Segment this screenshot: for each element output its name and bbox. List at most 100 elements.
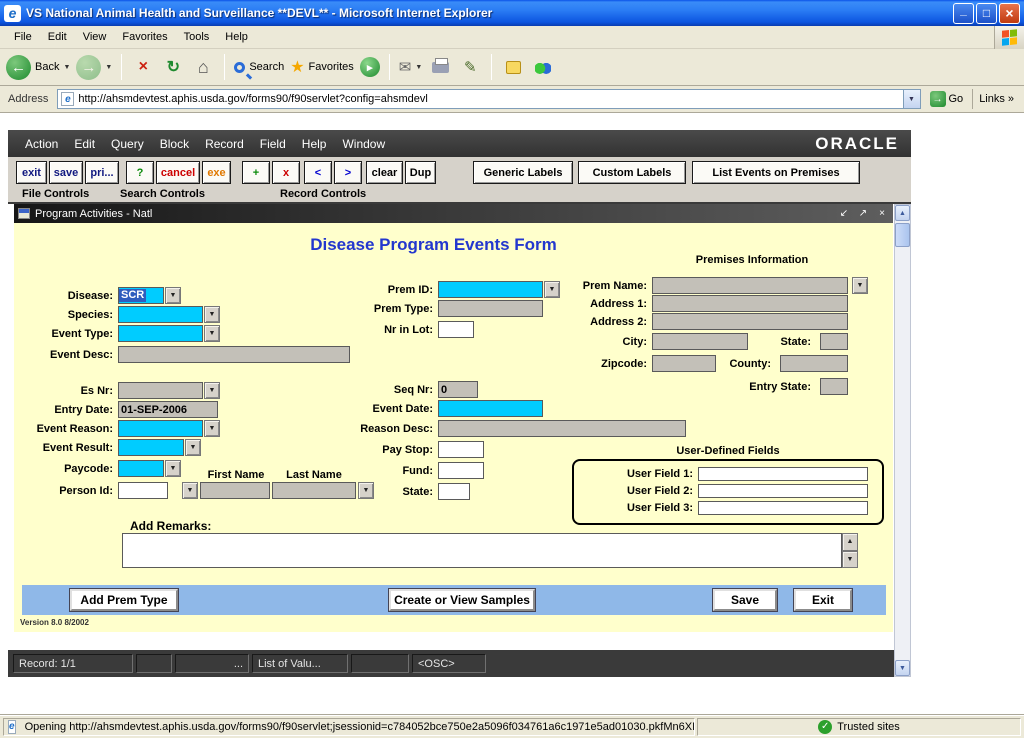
paycode-lov-button[interactable]: ▼ [165,460,181,477]
person-id-input[interactable] [118,482,168,499]
home-button[interactable]: ⌂ [191,54,215,80]
fund-input[interactable] [438,462,484,479]
pay-stop-input[interactable] [438,441,484,458]
search-button[interactable]: Search [234,61,284,73]
disease-lov-button[interactable]: ▼ [165,287,181,304]
exit-button[interactable]: Exit [794,589,852,611]
custom-labels-button[interactable]: Custom Labels [578,161,686,184]
scroll-down-button[interactable]: ▼ [895,660,910,676]
exit-toolbar-button[interactable]: exit [16,161,47,184]
mail-button[interactable]: ✉ ▼ [399,58,423,76]
event-reason-input[interactable] [118,420,203,437]
back-dropdown-icon[interactable]: ▼ [63,64,70,71]
event-reason-lov-button[interactable]: ▼ [204,420,220,437]
list-events-on-premises-button[interactable]: List Events on Premises [692,161,860,184]
user-field1-input[interactable] [698,467,868,481]
user-defined-fields-header: User-Defined Fields [572,445,884,457]
menu-view[interactable]: View [75,28,115,46]
forward-dropdown-icon[interactable]: ▼ [105,64,112,71]
person-id-lov-button[interactable]: ▼ [182,482,198,499]
event-result-input[interactable] [118,439,184,456]
print-button[interactable] [428,54,452,80]
event-type-input[interactable] [118,325,203,342]
address-input[interactable]: e http://ahsmdevtest.aphis.usda.gov/form… [57,89,920,109]
next-record-button[interactable]: > [334,161,362,184]
insert-record-button[interactable]: + [242,161,270,184]
event-result-lov-button[interactable]: ▼ [185,439,201,456]
previous-record-button[interactable]: < [304,161,332,184]
mdi-restore-up-button[interactable]: ↗ [856,207,870,220]
refresh-button[interactable]: ↻ [161,54,185,80]
create-or-view-samples-button[interactable]: Create or View Samples [389,589,535,611]
maximize-button[interactable]: □ [976,3,997,24]
edit-button[interactable]: ✎ [458,54,482,80]
menu-tools[interactable]: Tools [176,28,218,46]
prem-id-input[interactable] [438,281,543,298]
forward-button[interactable]: → ▼ [76,55,112,80]
menu-help[interactable]: Help [217,28,256,46]
mdi-restore-down-button[interactable]: ↙ [837,207,851,220]
discuss-button[interactable] [501,54,525,80]
paycode-input[interactable] [118,460,164,477]
oracle-menu-field[interactable]: Field [253,135,293,153]
oracle-menu-window[interactable]: Window [335,135,392,153]
user-field2-input[interactable] [698,484,868,498]
save-button[interactable]: Save [713,589,777,611]
fund-label: Fund: [314,465,438,477]
menu-file[interactable]: File [6,28,40,46]
first-name-field [200,482,270,499]
oracle-menu-edit[interactable]: Edit [67,135,102,153]
mdi-close-button[interactable]: × [875,207,889,220]
print-toolbar-button[interactable]: pri... [85,161,119,184]
mail-dropdown-icon[interactable]: ▼ [415,64,422,71]
minimize-button[interactable]: _ [953,3,974,24]
event-type-lov-button[interactable]: ▼ [204,325,220,342]
oracle-menu-action[interactable]: Action [18,135,65,153]
links-button[interactable]: Links » [972,89,1020,109]
remarks-scrollbar: ▲ ▼ [842,533,858,568]
nr-in-lot-input[interactable] [438,321,474,338]
address-dropdown-button[interactable]: ▼ [903,90,920,108]
oracle-menu-help[interactable]: Help [295,135,334,153]
prem-name-lov-button[interactable]: ▼ [852,277,868,294]
add-remarks-textarea[interactable] [122,533,842,568]
close-button[interactable]: × [999,3,1020,24]
remarks-scroll-up-button[interactable]: ▲ [842,533,858,551]
disease-input[interactable]: SCR [118,287,164,304]
back-button[interactable]: ← Back ▼ [6,55,70,80]
clear-record-button[interactable]: clear [366,161,403,184]
oracle-menu-record[interactable]: Record [198,135,251,153]
stop-button[interactable]: × [131,54,155,80]
cancel-toolbar-button[interactable]: cancel [156,161,200,184]
file-controls-label: File Controls [22,188,89,200]
toolbar-separator [389,54,390,80]
oracle-menu-query[interactable]: Query [104,135,151,153]
generic-labels-button[interactable]: Generic Labels [473,161,573,184]
remarks-scroll-down-button[interactable]: ▼ [842,551,858,569]
go-button[interactable]: → Go [926,91,968,107]
mdi-window-titlebar[interactable]: Program Activities - Natl ↙ ↗ × [14,204,893,223]
applet-scrollbar[interactable]: ▲ ▼ [894,204,911,677]
help-toolbar-button[interactable]: ? [126,161,154,184]
species-lov-button[interactable]: ▼ [204,306,220,323]
duplicate-record-button[interactable]: Dup [405,161,436,184]
favorites-button[interactable]: ★ Favorites [290,57,354,77]
scrollbar-thumb[interactable] [895,223,910,247]
delete-record-button[interactable]: x [272,161,300,184]
scroll-up-button[interactable]: ▲ [895,205,910,221]
user-field3-input[interactable] [698,501,868,515]
messenger-button[interactable] [531,54,555,80]
event-date-input[interactable] [438,400,543,417]
state-input[interactable] [438,483,470,500]
security-zone-pane: ✓ Trusted sites [697,718,1021,736]
menu-favorites[interactable]: Favorites [114,28,175,46]
media-button[interactable]: ▸ [360,57,380,77]
species-input[interactable] [118,306,203,323]
save-toolbar-button[interactable]: save [49,161,83,184]
oracle-menubar: Action Edit Query Block Record Field Hel… [8,130,911,157]
oracle-menu-block[interactable]: Block [153,135,196,153]
execute-toolbar-button[interactable]: exe [202,161,231,184]
es-nr-lov-button[interactable]: ▼ [204,382,220,399]
menu-edit[interactable]: Edit [40,28,75,46]
add-prem-type-button[interactable]: Add Prem Type [70,589,178,611]
